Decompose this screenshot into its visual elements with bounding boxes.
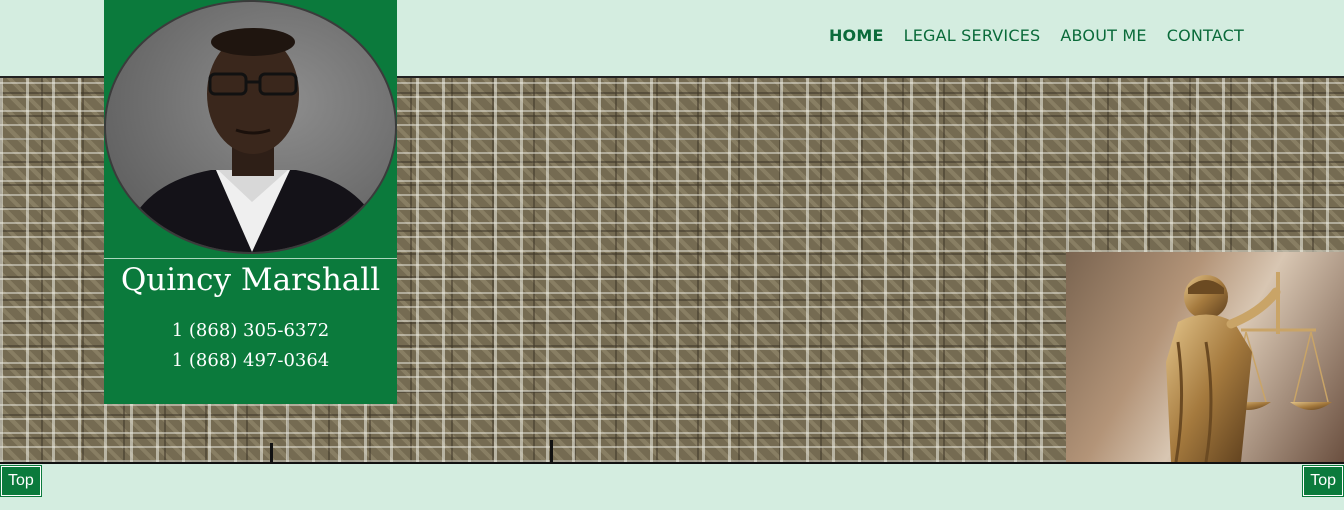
nav-home-link[interactable]: HOME: [829, 26, 884, 45]
lady-justice-statue-illustration: [1166, 272, 1332, 462]
wall-crack: [270, 443, 273, 462]
profile-card: Quincy Marshall 1 (868) 305-6372 1 (868)…: [104, 0, 397, 404]
phone-number-secondary: 1 (868) 497-0364: [171, 350, 330, 371]
nav-contact-link[interactable]: CONTACT: [1167, 26, 1244, 45]
back-to-top-button-left[interactable]: Top: [0, 465, 42, 497]
phone-number-primary: 1 (868) 305-6372: [171, 320, 330, 341]
nav-about-me-link[interactable]: ABOUT ME: [1060, 26, 1146, 45]
lady-justice-image: [1066, 252, 1344, 462]
person-portrait-illustration: [126, 28, 381, 252]
back-to-top-button-right[interactable]: Top: [1302, 465, 1344, 497]
wall-crack: [550, 440, 553, 462]
profile-photo: [104, 0, 397, 254]
nav-legal-services-link[interactable]: LEGAL SERVICES: [904, 26, 1041, 45]
main-nav: HOME LEGAL SERVICES ABOUT ME CONTACT: [829, 26, 1244, 45]
profile-name: Quincy Marshall: [120, 262, 381, 298]
profile-divider: [104, 258, 397, 259]
